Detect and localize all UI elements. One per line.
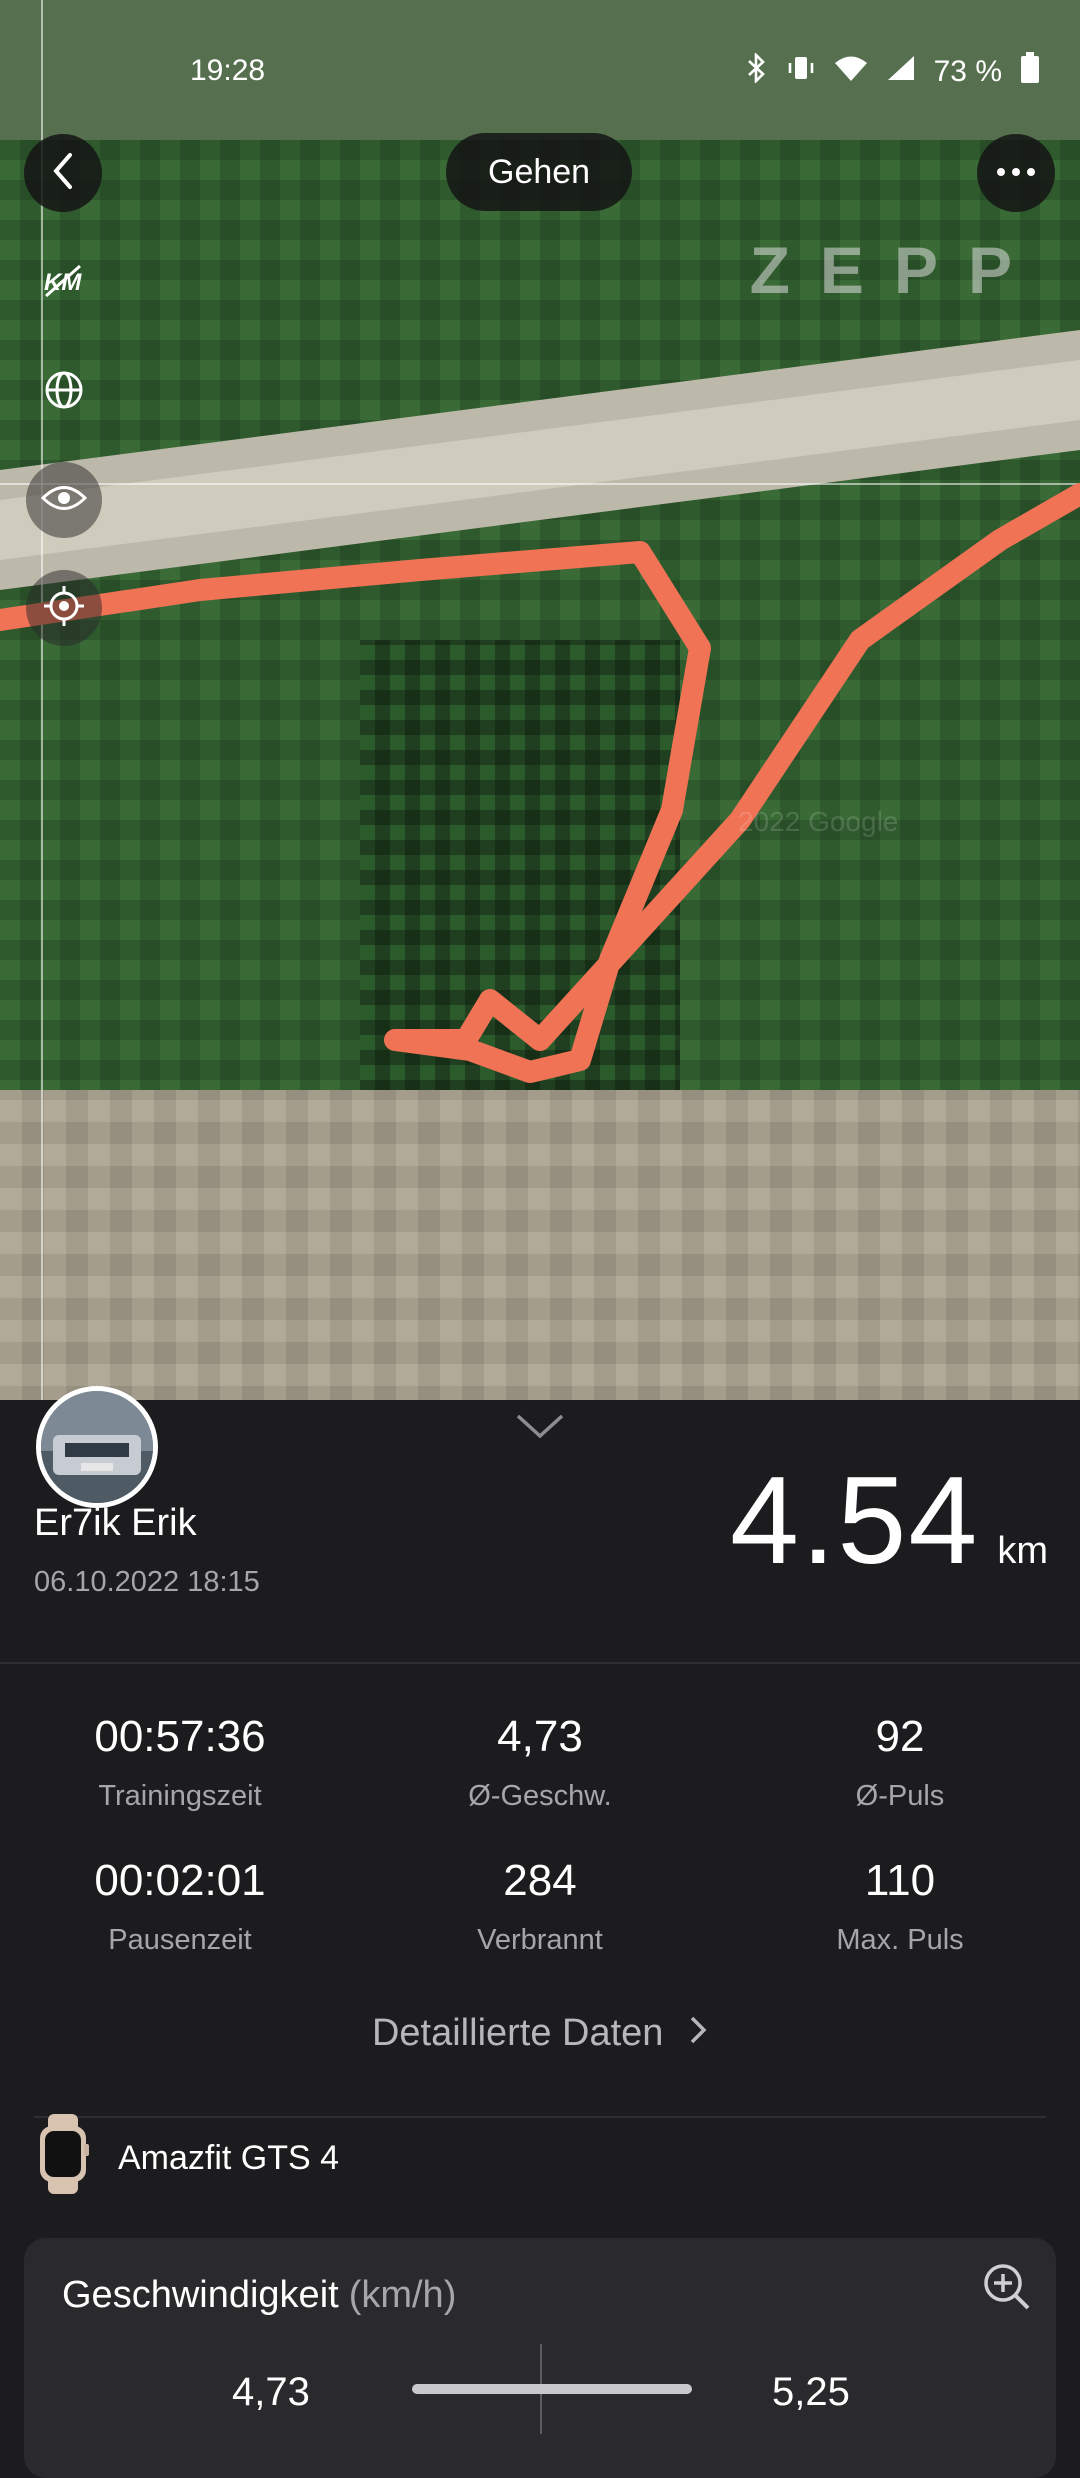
back-arrow-icon (48, 151, 78, 196)
more-options-button[interactable] (977, 134, 1055, 212)
route-line (0, 483, 1080, 1083)
locate-button[interactable] (26, 570, 102, 646)
speed-chart-card: Geschwindigkeit (km/h) 4,73 5,25 (24, 2238, 1056, 2478)
stat-value: 284 (503, 1856, 577, 1905)
stat-label: Verbrannt (477, 1924, 603, 1956)
stat-value: 4,73 (497, 1712, 583, 1761)
stat-max-heart-rate: 110 Max. Puls (720, 1856, 1080, 1957)
stat-label: Max. Puls (836, 1924, 964, 1956)
activity-type-pill[interactable]: Gehen (446, 133, 633, 211)
locate-target-icon (42, 584, 86, 633)
stat-avg-heart-rate: 92 Ø-Puls (720, 1712, 1080, 1813)
stat-value: 92 (875, 1712, 925, 1761)
map-watermark: 2022 Google (738, 806, 899, 837)
user-name: Er7ik Erik (34, 1502, 197, 1544)
vibrate-icon (786, 53, 816, 91)
workout-datetime: 06.10.2022 18:15 (34, 1566, 260, 1598)
stat-pause-time: 00:02:01 Pausenzeit (0, 1856, 360, 1957)
detailed-data-label: Detaillierte Daten (371, 2012, 664, 2054)
status-time: 19:28 (190, 54, 266, 87)
stat-value: 00:57:36 (94, 1712, 266, 1761)
bluetooth-icon (746, 51, 768, 91)
km-markers-icon: KM (42, 260, 86, 305)
globe-icon (43, 369, 85, 416)
distance-value: 4.54 (730, 1452, 980, 1590)
battery-percent: 73 % (933, 55, 1002, 88)
zepp-logo: ZEPP (749, 233, 1042, 307)
distance-unit: km (997, 1530, 1048, 1572)
speed-max-value: 5,25 (772, 2370, 850, 2414)
stat-label: Pausenzeit (108, 1924, 252, 1956)
divider (0, 1662, 1080, 1664)
stat-label: Ø-Puls (855, 1780, 945, 1812)
stat-label: Ø-Geschw. (468, 1780, 612, 1812)
speed-card-title-text: Geschwindigkeit (62, 2274, 339, 2316)
stat-label: Trainingszeit (98, 1780, 262, 1812)
stat-avg-speed: 4,73 Ø-Geschw. (360, 1712, 720, 1813)
detailed-data-link[interactable]: Detaillierte Daten (0, 2012, 1080, 2055)
watch-icon (36, 2113, 90, 2203)
wifi-icon (834, 54, 868, 90)
visibility-toggle[interactable] (26, 462, 102, 538)
workout-summary-panel: Er7ik Erik 06.10.2022 18:15 4.54 km 00:5… (0, 1386, 1080, 2478)
speed-min-value: 4,73 (232, 2370, 310, 2414)
speed-card-unit: (km/h) (348, 2274, 457, 2316)
stat-calories: 284 Verbrannt (360, 1856, 720, 1957)
speed-range-bar (412, 2384, 692, 2394)
zoom-in-icon[interactable] (982, 2262, 1032, 2317)
back-button[interactable] (24, 134, 102, 212)
collapse-chevron-icon[interactable] (514, 1410, 566, 1445)
km-markers-toggle[interactable]: KM (26, 244, 102, 320)
stat-value: 00:02:01 (94, 1856, 266, 1905)
chevron-right-icon (688, 2012, 708, 2054)
map-view[interactable]: 2022 Google 19:28 73 % Gehen ZEPP (0, 0, 1080, 1400)
stat-value: 110 (864, 1856, 936, 1905)
status-bar: 19:28 73 % (0, 46, 1080, 98)
device-row[interactable]: Amazfit GTS 4 (36, 2113, 340, 2198)
more-dots-icon (996, 164, 1036, 182)
stat-training-time: 00:57:36 Trainingszeit (0, 1712, 360, 1813)
avatar[interactable] (36, 1386, 158, 1508)
device-name: Amazfit GTS 4 (118, 2138, 340, 2177)
speed-card-title: Geschwindigkeit (km/h) (62, 2274, 456, 2317)
signal-icon (886, 54, 916, 90)
eye-icon (40, 483, 88, 518)
total-distance: 4.54 km (730, 1450, 1048, 1592)
map-layer-button[interactable] (26, 354, 102, 430)
battery-icon (1020, 52, 1040, 92)
